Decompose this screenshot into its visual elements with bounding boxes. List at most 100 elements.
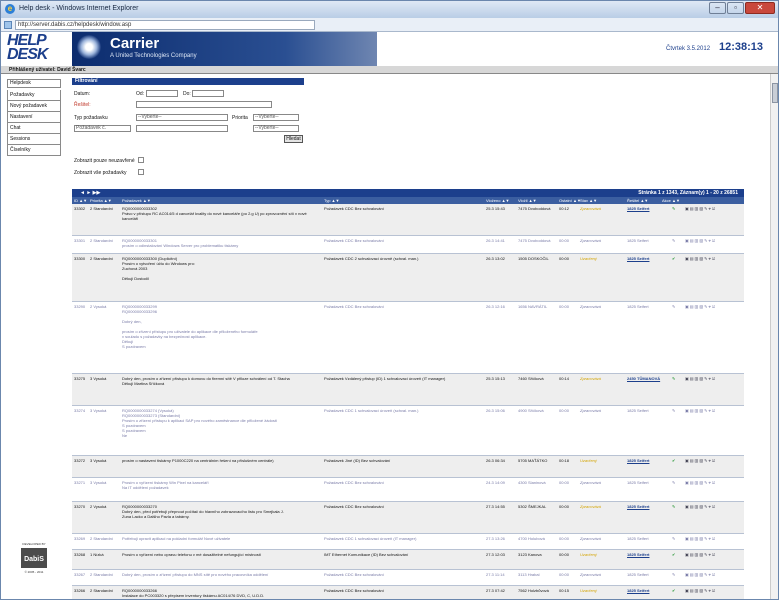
url-field[interactable]: http://server.dabis.cz/helpdesk/window.a… xyxy=(15,20,315,30)
cell-vlozeno: 24.3 14:09 xyxy=(486,480,505,485)
edit-pencil-icon[interactable]: ✎ xyxy=(672,408,675,413)
date-from-input[interactable] xyxy=(146,90,178,97)
row-action-icons[interactable]: ▣▤▥▧✎⌖☑ xyxy=(685,552,716,557)
row-action-icons[interactable]: ▣▤▥▧✎⌖☑ xyxy=(685,572,716,577)
all-checkbox[interactable] xyxy=(138,169,144,175)
cell-stav: Zpracovává xyxy=(580,504,601,509)
table-row[interactable]: 33267 2 Standardní Dobrý den, prosím o zří… xyxy=(72,570,744,586)
stav-select[interactable]: --Vyberte-- xyxy=(253,125,299,132)
cell-typ: Požadavek CDC Bez schvalování xyxy=(324,304,384,309)
col-vlozil[interactable]: Vložil ▲▼ xyxy=(518,197,537,204)
cell-resitel[interactable]: 1825 Seifert xyxy=(627,552,649,557)
cell-resitel[interactable]: 2450 TŮMANOVÁ xyxy=(627,376,660,381)
carrier-logo-icon xyxy=(77,35,101,59)
col-resitel[interactable]: Řešitel ▲▼ xyxy=(627,197,648,204)
sidebar-item-novy-pozadavek[interactable]: Nový požadavek xyxy=(7,101,61,112)
edit-pencil-icon[interactable]: ✎ xyxy=(672,480,675,485)
close-button[interactable]: ✕ xyxy=(745,2,775,14)
col-stav[interactable]: Stav ▲▼ xyxy=(580,197,597,204)
row-action-icons[interactable]: ▣▤▥▧✎⌖☑ xyxy=(685,376,716,381)
col-akce[interactable]: Akce ▲▼ xyxy=(662,197,680,204)
row-action-icons[interactable]: ▣▤▥▧✎⌖☑ xyxy=(685,458,716,463)
check-icon[interactable]: ✔ xyxy=(672,552,675,557)
sidebar-item-pozadavky[interactable]: Požadavky xyxy=(7,90,61,101)
check-icon[interactable]: ✔ xyxy=(672,256,675,261)
edit-pencil-icon[interactable]: ✎ xyxy=(672,206,675,211)
row-action-icons[interactable]: ▣▤▥▧✎⌖☑ xyxy=(685,256,716,261)
unclosed-checkbox[interactable] xyxy=(138,157,144,163)
table-row[interactable]: 33266 2 Standardní RQ0000000033266 Instala… xyxy=(72,586,744,599)
cell-resitel[interactable]: 1825 Seifert xyxy=(627,480,649,485)
scroll-thumb[interactable] xyxy=(772,83,778,103)
cell-stav: Zpracovává xyxy=(580,572,601,577)
edit-pencil-icon[interactable]: ✎ xyxy=(672,572,675,577)
date-to-input[interactable] xyxy=(192,90,224,97)
cell-priorita: 2 Standardní xyxy=(90,238,113,243)
cell-resitel[interactable]: 1825 Seifert xyxy=(627,504,649,509)
edit-pencil-icon[interactable]: ✎ xyxy=(672,376,675,381)
row-action-icons[interactable]: ▣▤▥▧✎⌖☑ xyxy=(685,238,716,243)
row-action-icons[interactable]: ▣▤▥▧✎⌖☑ xyxy=(685,504,716,509)
sidebar-item-sessions[interactable]: Sessions xyxy=(7,134,61,145)
table-row[interactable]: 33271 3 Vysoká Prosím o vyřízení tiskárny … xyxy=(72,478,744,502)
col-id[interactable]: ID ▲▼ xyxy=(74,197,87,204)
pozadavek-select[interactable]: Požadavek č. xyxy=(74,125,131,132)
resitel-input[interactable] xyxy=(136,101,272,108)
typ-select[interactable]: --Vyberte-- xyxy=(136,114,228,121)
cell-resitel[interactable]: 1825 Seifert xyxy=(627,572,649,577)
cell-resitel[interactable]: 1825 Seifert xyxy=(627,408,649,413)
table-row[interactable]: 33268 1 Nízká Prosím o vyřízení nebo oprav… xyxy=(72,550,744,570)
table-row[interactable]: 33290 2 Vysoká RQ0000000033299 RQ000000003… xyxy=(72,302,744,374)
cell-resitel[interactable]: 1825 Seifert xyxy=(627,238,649,243)
minimize-button[interactable]: – xyxy=(709,2,726,14)
cell-resitel[interactable]: 1825 Seifert xyxy=(627,206,649,211)
edit-pencil-icon[interactable]: ✎ xyxy=(672,536,675,541)
vertical-scrollbar[interactable] xyxy=(770,74,778,599)
row-action-icons[interactable]: ▣▤▥▧✎⌖☑ xyxy=(685,588,716,593)
col-pozadavek[interactable]: Požadavek ▲▼ xyxy=(122,197,151,204)
check-icon[interactable]: ✔ xyxy=(672,458,675,463)
col-priorita[interactable]: Priorita ▲▼ xyxy=(90,197,112,204)
maximize-button[interactable]: ▫ xyxy=(727,2,744,14)
table-row[interactable]: 33275 3 Vysoká Dobrý den, prosím o zřízení… xyxy=(72,374,744,406)
edit-pencil-icon[interactable]: ✎ xyxy=(672,238,675,243)
sidebar-item-ciselniky[interactable]: Číselníky xyxy=(7,145,61,156)
pager-nav[interactable]: ◄ ► ▶▶ xyxy=(80,189,100,197)
edit-pencil-icon[interactable]: ✎ xyxy=(672,504,675,509)
check-icon[interactable]: ✔ xyxy=(672,588,675,593)
table-row[interactable]: 33274 3 Vysoká RQ0000000033274 (Vysoká) RQ… xyxy=(72,406,744,456)
table-row[interactable]: 33302 2 Standardní RQ0000000033302 Právo v… xyxy=(72,204,744,236)
row-action-icons[interactable]: ▣▤▥▧✎⌖☑ xyxy=(685,304,716,309)
priorita-label: Priorita xyxy=(232,115,248,121)
cell-resitel[interactable]: 1825 Seifert xyxy=(627,304,649,309)
cell-ostatni: 00:14 xyxy=(559,376,570,381)
table-row[interactable]: 33272 3 Vysoká prosím o nastavení tiskárny… xyxy=(72,456,744,478)
cell-resitel[interactable]: 1825 Seifert xyxy=(627,256,649,261)
col-ostatni[interactable]: Ostatní ▲▼ xyxy=(559,197,581,204)
row-action-icons[interactable]: ▣▤▥▧✎⌖☑ xyxy=(685,206,716,211)
developer-badge: DEVELOPED BY DabiS © 2005 - 2011 xyxy=(21,542,47,574)
login-bar: Přihlášený uživatel: David Švarc xyxy=(1,66,778,74)
search-button[interactable]: Hledat xyxy=(284,135,303,143)
cell-resitel[interactable]: 1825 Seifert xyxy=(627,536,649,541)
sidebar-item-chat[interactable]: Chat xyxy=(7,123,61,134)
edit-pencil-icon[interactable]: ✎ xyxy=(672,304,675,309)
row-action-icons[interactable]: ▣▤▥▧✎⌖☑ xyxy=(685,408,716,413)
table-row[interactable]: 33269 2 Standardní Potřebuji opravit aplik… xyxy=(72,534,744,550)
table-row[interactable]: 33301 2 Standardní RQ0000000033301 prosím … xyxy=(72,236,744,254)
table-row[interactable]: 33270 2 Vysoká RQ0000000033270 Dobrý den, … xyxy=(72,502,744,534)
priorita-select[interactable]: --Vyberte-- xyxy=(253,114,299,121)
row-action-icons[interactable]: ▣▤▥▧✎⌖☑ xyxy=(685,480,716,485)
sidebar-item-nastaveni[interactable]: Nastavení xyxy=(7,112,61,123)
cell-vlozil: 3123 Kanova xyxy=(518,552,542,557)
cell-resitel[interactable]: 1825 Seifert xyxy=(627,588,649,593)
cell-id: 33268 xyxy=(74,552,86,557)
col-vlozeno[interactable]: Vloženo ▲▼ xyxy=(486,197,509,204)
row-action-icons[interactable]: ▣▤▥▧✎⌖☑ xyxy=(685,536,716,541)
col-typ[interactable]: Typ ▲▼ xyxy=(324,197,339,204)
table-row[interactable]: 33300 2 Standardní RQ0000000033300 (Duplic… xyxy=(72,254,744,302)
cell-resitel[interactable]: 1825 Seifert xyxy=(627,458,649,463)
pozadavek-input[interactable] xyxy=(136,125,228,132)
module-select[interactable]: Helpdesk xyxy=(7,79,61,88)
page-icon xyxy=(4,21,12,29)
